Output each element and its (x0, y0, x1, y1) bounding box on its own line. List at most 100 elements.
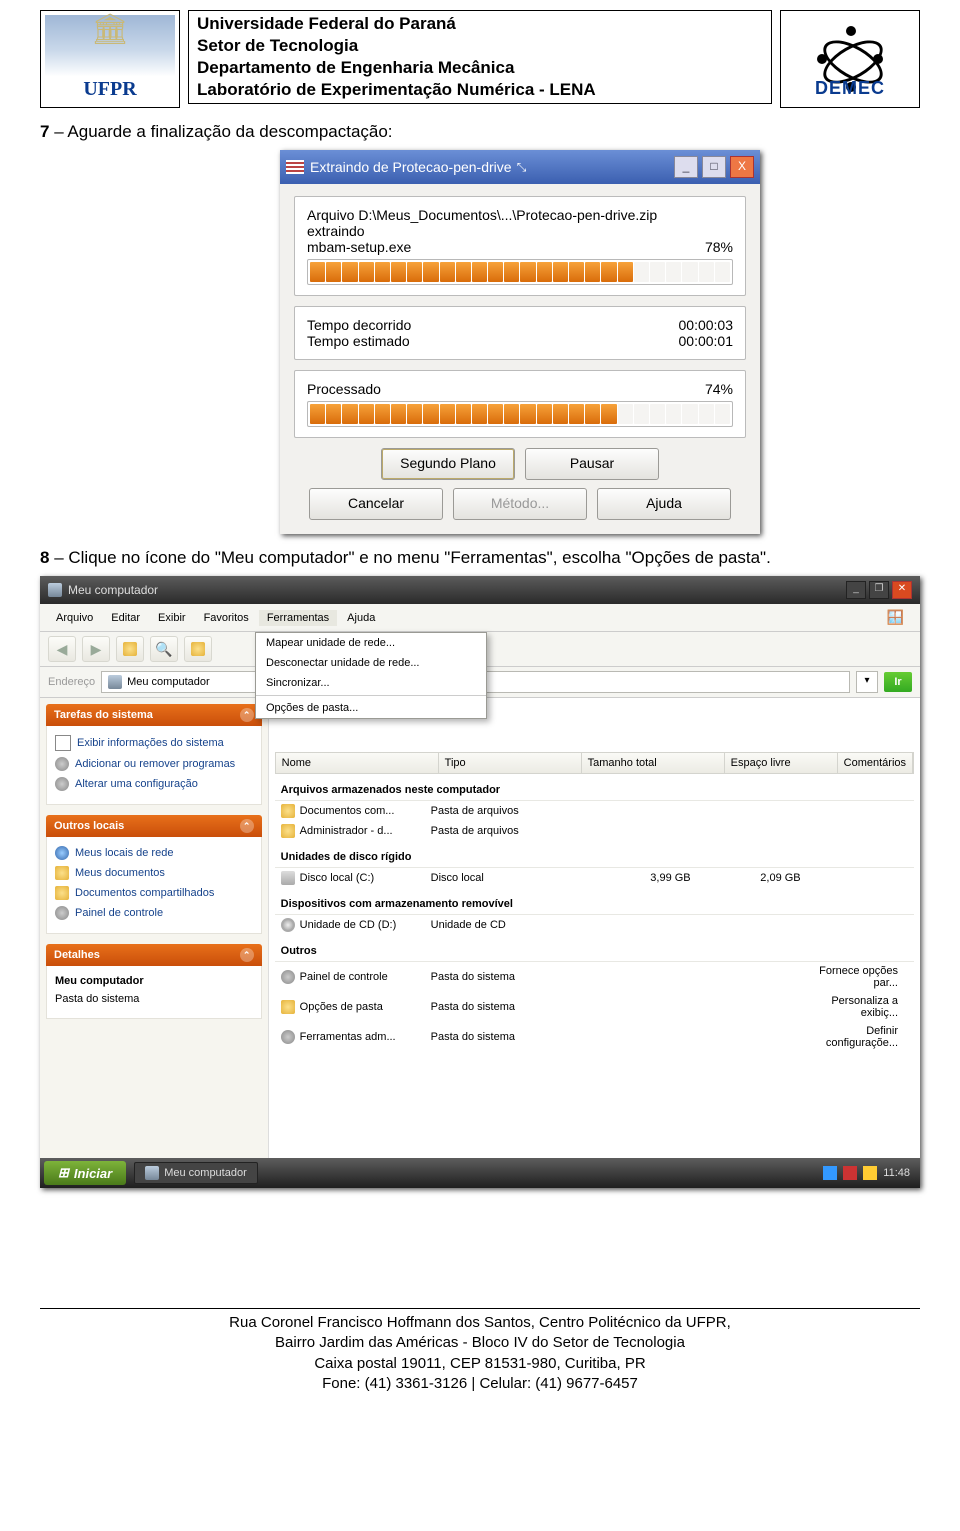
row-disk-c[interactable]: Disco local (C:)Disco local3,99 GB2,09 G… (275, 868, 914, 888)
col-tipo[interactable]: Tipo (439, 753, 582, 773)
menu-editar[interactable]: Editar (103, 610, 148, 626)
row-folder-options[interactable]: Opções de pastaPasta do sistemaPersonali… (275, 992, 914, 1022)
header-line-1: Universidade Federal do Paraná (197, 13, 763, 35)
estimated-label: Tempo estimado (307, 333, 410, 349)
dropdown-map-drive[interactable]: Mapear unidade de rede... (256, 633, 486, 653)
group-hdd: Unidades de disco rígido (275, 841, 914, 868)
row-cd-d[interactable]: Unidade de CD (D:)Unidade de CD (275, 915, 914, 935)
folder-icon (55, 886, 69, 900)
processed-percent: 74% (705, 381, 733, 397)
explorer-restore-button[interactable]: ❐ (869, 581, 889, 599)
windows-start-icon: ⊞ (58, 1165, 69, 1181)
computer-icon (145, 1166, 159, 1180)
clock: 11:48 (883, 1167, 910, 1179)
details-name: Meu computador (55, 972, 253, 990)
address-value: Meu computador (127, 676, 210, 688)
group-files: Arquivos armazenados neste computador (275, 774, 914, 801)
pause-button[interactable]: Pausar (525, 448, 659, 480)
header-line-2: Setor de Tecnologia (197, 35, 763, 57)
control-panel-icon (281, 970, 295, 984)
elapsed-value: 00:00:03 (679, 317, 734, 333)
footer-line-3: Caixa postal 19011, CEP 81531-980, Curit… (40, 1354, 920, 1374)
side-control-panel[interactable]: Painel de controle (55, 903, 253, 923)
explorer-titlebar[interactable]: Meu computador _ ❐ ✕ (40, 576, 920, 604)
header-line-3: Departamento de Engenharia Mecânica (197, 57, 763, 79)
folders-button[interactable] (184, 636, 212, 662)
col-comentarios[interactable]: Comentários (838, 753, 913, 773)
winrar-dialog: Extraindo de Protecao-pen-drive ⤡ _ □ X … (280, 150, 760, 534)
side-shared-docs[interactable]: Documentos compartilhados (55, 883, 253, 903)
up-button[interactable] (116, 636, 144, 662)
col-livre[interactable]: Espaço livre (725, 753, 838, 773)
side-network-places[interactable]: Meus locais de rede (55, 843, 253, 863)
explorer-sidebar: Tarefas do sistema⌃ Exibir informações d… (40, 698, 269, 1158)
forward-button[interactable]: ▶ (82, 636, 110, 662)
start-button[interactable]: ⊞Iniciar (44, 1161, 126, 1185)
winrar-icon (286, 160, 304, 174)
menu-exibir[interactable]: Exibir (150, 610, 194, 626)
explorer-minimize-button[interactable]: _ (846, 581, 866, 599)
document-header: 🏛 UFPR Universidade Federal do Paraná Se… (40, 10, 920, 108)
total-progress-bar (307, 401, 733, 427)
drag-indicator-icon: ⤡ (512, 160, 532, 174)
windows-flag-icon: 🪟 (879, 607, 912, 628)
panel-outros-header[interactable]: Outros locais⌃ (46, 815, 262, 837)
side-change-setting[interactable]: Alterar uma configuração (55, 774, 253, 794)
minimize-button[interactable]: _ (674, 156, 698, 178)
row-documentos[interactable]: Documentos com...Pasta de arquivos (275, 801, 914, 821)
row-admin[interactable]: Administrador - d...Pasta de arquivos (275, 821, 914, 841)
tray-icon[interactable] (863, 1166, 877, 1180)
panel-tarefas-header[interactable]: Tarefas do sistema⌃ (46, 704, 262, 726)
winrar-titlebar[interactable]: Extraindo de Protecao-pen-drive ⤡ _ □ X (280, 150, 760, 184)
cd-icon (281, 918, 295, 932)
folder-icon (281, 1000, 295, 1014)
taskbar: ⊞Iniciar Meu computador 11:48 (40, 1158, 920, 1188)
background-button[interactable]: Segundo Plano (381, 448, 515, 480)
chevron-up-icon: ⌃ (240, 708, 254, 722)
document-icon (55, 735, 71, 751)
col-tamanho[interactable]: Tamanho total (582, 753, 725, 773)
file-progress-bar (307, 259, 733, 285)
col-nome[interactable]: Nome (276, 753, 439, 773)
folder-icon (281, 824, 295, 838)
dropdown-sync[interactable]: Sincronizar... (256, 673, 486, 693)
panel-detalhes-header[interactable]: Detalhes⌃ (46, 944, 262, 966)
side-add-remove[interactable]: Adicionar ou remover programas (55, 754, 253, 774)
disk-icon (281, 871, 295, 885)
menu-arquivo[interactable]: Arquivo (48, 610, 101, 626)
cancel-button[interactable]: Cancelar (309, 488, 443, 520)
footer-line-4: Fone: (41) 3361-3126 | Celular: (41) 967… (40, 1374, 920, 1394)
side-my-documents[interactable]: Meus documentos (55, 863, 253, 883)
tray-icon[interactable] (843, 1166, 857, 1180)
tray-icon[interactable] (823, 1166, 837, 1180)
estimated-value: 00:00:01 (679, 333, 734, 349)
address-dropdown-button[interactable]: ▾ (856, 671, 878, 693)
search-button[interactable]: 🔍 (150, 636, 178, 662)
row-control-panel[interactable]: Painel de controlePasta do sistemaFornec… (275, 962, 914, 992)
go-button[interactable]: Ir (884, 672, 912, 692)
taskbar-item[interactable]: Meu computador (134, 1162, 258, 1184)
footer-line-1: Rua Coronel Francisco Hoffmann dos Santo… (40, 1313, 920, 1333)
side-system-info[interactable]: Exibir informações do sistema (55, 732, 253, 754)
menu-ferramentas[interactable]: Ferramentas (259, 610, 337, 626)
menu-favoritos[interactable]: Favoritos (196, 610, 257, 626)
maximize-button[interactable]: □ (702, 156, 726, 178)
dropdown-disconnect-drive[interactable]: Desconectar unidade de rede... (256, 653, 486, 673)
current-file: mbam-setup.exe (307, 239, 411, 255)
menu-ajuda[interactable]: Ajuda (339, 610, 383, 626)
elapsed-label: Tempo decorrido (307, 317, 411, 333)
dropdown-folder-options[interactable]: Opções de pasta... (256, 698, 486, 718)
explorer-close-button[interactable]: ✕ (892, 581, 912, 599)
row-admin-tools[interactable]: Ferramentas adm...Pasta do sistemaDefini… (275, 1022, 914, 1052)
step-7-text: 7 – Aguarde a finalização da descompacta… (40, 122, 920, 142)
archive-path: Arquivo D:\Meus_Documentos\...\Protecao-… (307, 207, 733, 223)
details-type: Pasta do sistema (55, 990, 253, 1008)
footer-line-2: Bairro Jardim das Américas - Bloco IV do… (40, 1333, 920, 1353)
help-button[interactable]: Ajuda (597, 488, 731, 520)
explorer-title: Meu computador (68, 583, 158, 597)
close-button[interactable]: X (730, 156, 754, 178)
demec-logo-box: DEMEC (780, 10, 920, 108)
winrar-title-text: Extraindo de Protecao-pen-drive (310, 159, 512, 175)
back-button[interactable]: ◀ (48, 636, 76, 662)
ferramentas-dropdown: Mapear unidade de rede... Desconectar un… (255, 632, 487, 719)
